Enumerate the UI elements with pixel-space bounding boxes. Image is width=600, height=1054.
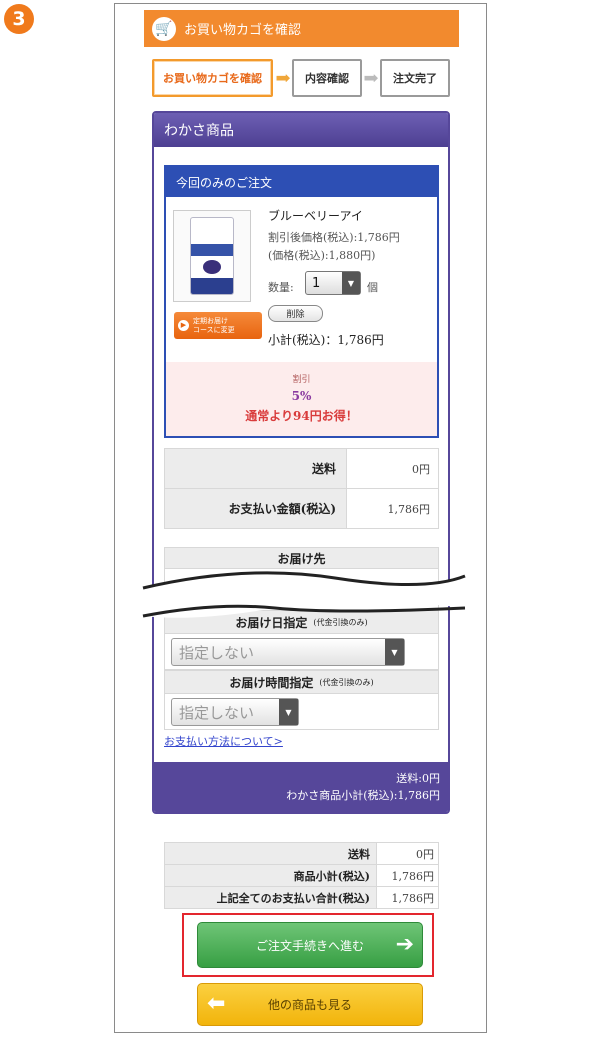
order-title: 今回のみのご注文 [166, 167, 437, 197]
table-row: 上記全てのお支払い合計(税込) 1,786円 [164, 886, 439, 909]
play-icon: ▶ [178, 320, 189, 331]
chevron-down-icon: ▼ [342, 272, 360, 294]
delivery-date-select[interactable]: 指定しない ▼ [171, 638, 405, 666]
step-label: お買い物カゴを確認 [163, 72, 262, 85]
arrow-left-icon: ⬅ [207, 991, 226, 1016]
total-shipping-value: 0円 [376, 842, 439, 865]
panel-footer: 送料:0円 わかさ商品小計(税込):1,786円 [154, 762, 448, 812]
delivery-time-value: 指定しない [179, 703, 255, 722]
view-other-products-button[interactable]: ⬅ 他の商品も見る [197, 983, 423, 1026]
subscription-label-1: 定期お届け [193, 316, 228, 325]
phone-screen: 🛒 お買い物カゴを確認 お買い物カゴを確認 ➡ 内容確認 ➡ 注文完了 わかさ商… [114, 3, 487, 1033]
delivery-time-label: お届け時間指定 [229, 675, 314, 690]
delivery-time-header: お届け時間指定 (代金引換のみ) [164, 670, 439, 694]
payment-amount-label: お支払い金額(税込) [164, 488, 347, 529]
product-subtotal-value: 1,786円 [376, 864, 439, 887]
proceed-to-checkout-button[interactable]: ご注文手続きへ進む ➔ [197, 922, 423, 968]
delivery-date-row: 指定しない ▼ [164, 634, 439, 670]
discount-price: 割引後価格(税込):1,786円 [268, 231, 400, 244]
cart-icon: 🛒 [152, 16, 176, 41]
regular-price: (価格(税込):1,880円) [268, 249, 376, 262]
other-products-label: 他の商品も見る [267, 998, 352, 1012]
step-cart-confirm: お買い物カゴを確認 [152, 59, 273, 97]
delete-button[interactable]: 削除 [268, 305, 323, 322]
page-header: 🛒 お買い物カゴを確認 [144, 10, 459, 47]
discount-note: 通常より94円お得！ [245, 409, 358, 423]
step-label: 内容確認 [305, 72, 349, 85]
discount-rate: 5% [291, 389, 312, 403]
grand-total-label: 上記全てのお支払い合計(税込) [164, 886, 377, 909]
footer-subtotal: わかさ商品小計(税込):1,786円 [286, 789, 440, 802]
delivery-time-row: 指定しない ▼ [164, 694, 439, 730]
panel-title: わかさ商品 [154, 113, 448, 147]
delivery-time-note: (代金引換のみ) [319, 677, 374, 687]
step-content-confirm: 内容確認 [292, 59, 362, 97]
totals-table: 送料 0円 商品小計(税込) 1,786円 上記全てのお支払い合計(税込) 1,… [164, 842, 439, 909]
proceed-label: ご注文手続きへ進む [255, 938, 364, 953]
payment-method-link[interactable]: お支払い方法について> [164, 733, 283, 749]
step-arrow-icon: ➡ [363, 67, 379, 89]
discount-box: 割引 5% 通常より94円お得！ [166, 362, 437, 436]
table-row: 送料 0円 [164, 842, 439, 865]
discount-label: 割引 [292, 375, 311, 385]
step-order-complete: 注文完了 [380, 59, 450, 97]
content-cut-indicator [142, 571, 466, 618]
step-number-badge: 3 [4, 4, 34, 34]
product-image[interactable] [173, 210, 251, 302]
product-package-image [190, 217, 234, 295]
delivery-date-value: 指定しない [179, 643, 255, 662]
shipping-label: 送料 [164, 448, 347, 489]
quantity-value: 1 [312, 275, 321, 291]
table-row: 商品小計(税込) 1,786円 [164, 864, 439, 887]
subscription-label-2: コースに変更 [193, 325, 235, 334]
arrow-right-icon: ➔ [395, 932, 414, 957]
wakasa-products-panel: わかさ商品 今回のみのご注文 ▶ 定期お届け コースに変更 ブルーベリーアイ 割… [152, 111, 450, 814]
step-label: 注文完了 [393, 72, 437, 85]
payment-amount-value: 1,786円 [346, 488, 439, 529]
delivery-time-select[interactable]: 指定しない ▼ [171, 698, 299, 726]
summary-table: 送料 0円 お支払い金額(税込) 1,786円 [164, 448, 439, 529]
shipping-value: 0円 [346, 448, 439, 489]
product-subtotal-label: 商品小計(税込) [164, 864, 377, 887]
product-name[interactable]: ブルーベリーアイ [268, 207, 363, 224]
grand-total-value: 1,786円 [376, 886, 439, 909]
table-row: お支払い金額(税込) 1,786円 [164, 488, 439, 529]
item-subtotal: 小計(税込)：1,786円 [268, 333, 384, 347]
footer-shipping: 送料:0円 [396, 772, 440, 785]
table-row: 送料 0円 [164, 448, 439, 489]
chevron-down-icon: ▼ [385, 639, 404, 665]
step-arrow-icon: ➡ [275, 67, 291, 89]
quantity-label: 数量: [268, 281, 294, 294]
chevron-down-icon: ▼ [279, 699, 298, 725]
change-to-subscription-button[interactable]: ▶ 定期お届け コースに変更 [174, 312, 262, 339]
page-title: お買い物カゴを確認 [184, 23, 302, 38]
total-shipping-label: 送料 [164, 842, 377, 865]
quantity-unit: 個 [367, 281, 378, 294]
quantity-select[interactable]: 1 ▼ [305, 271, 361, 295]
order-box: 今回のみのご注文 ▶ 定期お届け コースに変更 ブルーベリーアイ 割引後価格(税… [164, 165, 439, 438]
